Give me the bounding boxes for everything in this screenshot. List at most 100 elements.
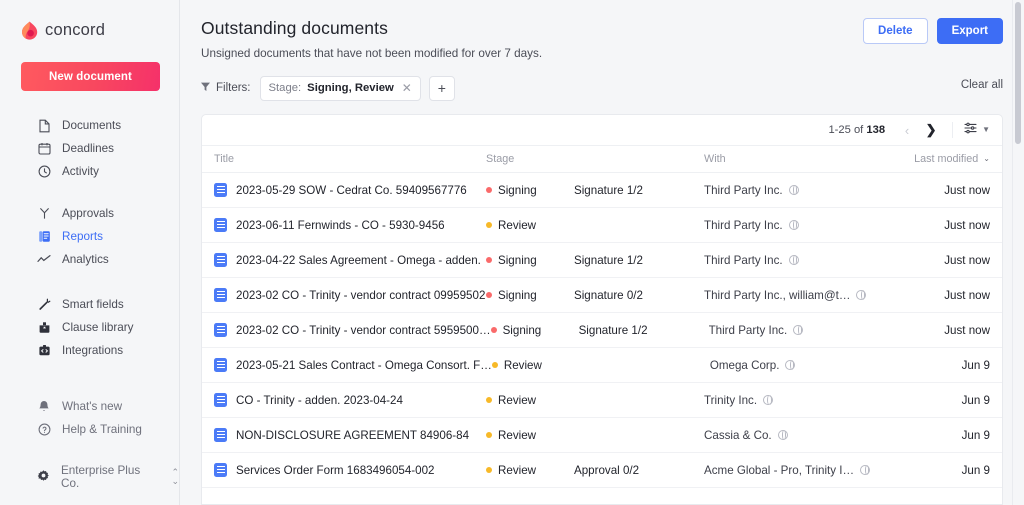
sidebar-item-whats-new[interactable]: What's new	[21, 395, 179, 418]
row-with: Trinity Inc.	[704, 394, 757, 407]
export-button[interactable]: Export	[937, 18, 1003, 44]
new-document-button[interactable]: New document	[21, 62, 160, 91]
row-title: 2023-02 CO - Trinity - vendor contract 5…	[236, 324, 491, 337]
clause-library-icon	[37, 321, 51, 335]
table-toolbar: 1-25 of 138 ‹ ❯ ▼	[202, 115, 1002, 146]
filter-chip-stage[interactable]: Stage: Signing, Review ✕	[260, 76, 421, 101]
table-row[interactable]: 2023-04-22 Sales Agreement - Omega - add…	[202, 243, 1002, 278]
status-dot	[486, 397, 492, 403]
globe-icon	[789, 185, 799, 195]
brand-name: concord	[45, 21, 105, 40]
document-icon	[214, 323, 227, 337]
page-scroll-gutter[interactable]	[1012, 0, 1024, 505]
row-last-modified: Just now	[878, 219, 990, 232]
sidebar-item-deadlines[interactable]: Deadlines	[21, 137, 179, 160]
column-header-last-modified[interactable]: Last modified ⌄	[878, 153, 990, 165]
funnel-icon	[201, 82, 210, 95]
row-stage: Review	[498, 394, 536, 407]
filters-label: Filters:	[216, 82, 251, 94]
row-title: CO - Trinity - adden. 2023-04-24	[236, 394, 403, 407]
row-stage: Signing	[498, 184, 537, 197]
concord-flame-logo-icon	[21, 21, 38, 40]
nav-group-analysis: Approvals Reports Analyt	[21, 202, 179, 271]
table-row[interactable]: CO - Trinity - adden. 2023-04-24 Review Tr…	[202, 383, 1002, 418]
integrations-icon	[37, 344, 51, 358]
row-with: Third Party Inc.	[704, 184, 783, 197]
column-header-stage[interactable]: Stage	[486, 153, 574, 165]
document-icon	[214, 218, 227, 232]
org-switcher[interactable]: Enterprise Plus Co. ⌃⌄	[21, 465, 179, 488]
table-header-row: Title Stage With Last modified ⌄	[202, 146, 1002, 173]
status-dot	[492, 362, 498, 368]
filters-label-group: Filters:	[201, 82, 251, 95]
brand-logo[interactable]: concord	[21, 21, 179, 40]
sidebar-label: Reports	[62, 230, 103, 243]
sidebar-label: Smart fields	[62, 298, 124, 311]
sidebar-item-help-training[interactable]: Help & Training	[21, 418, 179, 441]
row-progress: Signature 1/2	[574, 254, 704, 267]
document-icon	[214, 183, 227, 197]
document-icon	[214, 288, 227, 302]
table-row[interactable]: NON-DISCLOSURE AGREEMENT 84906-84ReviewC…	[202, 418, 1002, 453]
sidebar-item-clause-library[interactable]: Clause library	[21, 316, 179, 339]
table-body: 2023-05-29 SOW - Cedrat Co. 59409567776S…	[202, 173, 1002, 488]
page-subtitle: Unsigned documents that have not been mo…	[201, 47, 1004, 60]
table-row[interactable]: Services Order Form 1683496054-002Review…	[202, 453, 1002, 488]
row-stage: Review	[498, 429, 536, 442]
row-title: 2023-02 CO - Trinity - vendor contract 0…	[236, 289, 485, 302]
row-last-modified: Just now	[878, 324, 990, 337]
sidebar-label: Clause library	[62, 321, 133, 334]
row-with: Third Party Inc., william@t…	[704, 289, 850, 302]
sidebar-label: Documents	[62, 119, 121, 132]
sidebar-item-reports[interactable]: Reports	[21, 225, 179, 248]
document-icon	[214, 463, 227, 477]
row-stage: Signing	[503, 324, 542, 337]
documents-table-card: 1-25 of 138 ‹ ❯ ▼ Title Stage	[201, 114, 1003, 505]
column-header-label: Last modified	[914, 153, 978, 165]
clear-all-link[interactable]: Clear all	[961, 79, 1003, 91]
sidebar-label: What's new	[62, 400, 122, 413]
help-circle-icon	[37, 423, 51, 437]
row-last-modified: Just now	[878, 184, 990, 197]
nav-group-tools: Smart fields Clause library	[21, 293, 179, 362]
row-progress: Signature 1/2	[574, 184, 704, 197]
table-row[interactable]: 2023-05-29 SOW - Cedrat Co. 59409567776S…	[202, 173, 1002, 208]
row-with: Acme Global - Pro, Trinity I…	[704, 464, 854, 477]
sidebar-item-documents[interactable]: Documents	[21, 114, 179, 137]
column-header-title[interactable]: Title	[214, 153, 486, 165]
row-title: 2023-06-11 Fernwinds - CO - 5930-9456	[236, 219, 445, 232]
globe-icon	[763, 395, 773, 405]
status-dot	[486, 222, 492, 228]
vertical-scrollbar[interactable]	[1015, 2, 1021, 500]
sidebar-item-analytics[interactable]: Analytics	[21, 248, 179, 271]
status-dot	[486, 292, 492, 298]
pagination-count: 1-25 of 138	[828, 124, 885, 136]
column-header-with[interactable]: With	[704, 153, 878, 165]
table-row[interactable]: 2023-02 CO - Trinity - vendor contract 5…	[202, 313, 1002, 348]
document-icon	[214, 393, 227, 407]
toolbar-divider	[952, 122, 953, 138]
add-filter-button[interactable]: +	[429, 76, 455, 101]
chevron-left-icon[interactable]: ‹	[897, 120, 917, 140]
sidebar-item-smart-fields[interactable]: Smart fields	[21, 293, 179, 316]
column-settings-button[interactable]: ▼	[964, 121, 990, 139]
row-stage: Review	[498, 219, 536, 232]
table-row[interactable]: 2023-05-21 Sales Contract - Omega Consor…	[202, 348, 1002, 383]
sidebar-item-approvals[interactable]: Approvals	[21, 202, 179, 225]
sidebar-item-integrations[interactable]: Integrations	[21, 339, 179, 362]
globe-icon	[860, 465, 870, 475]
approvals-branch-icon	[37, 207, 51, 221]
chevron-right-icon[interactable]: ❯	[921, 120, 941, 140]
sidebar-spacer	[21, 441, 179, 465]
scrollbar-thumb[interactable]	[1015, 2, 1021, 144]
globe-icon	[793, 325, 803, 335]
delete-button[interactable]: Delete	[863, 18, 928, 44]
table-row[interactable]: 2023-06-11 Fernwinds - CO - 5930-9456 Rev…	[202, 208, 1002, 243]
chip-key: Stage:	[269, 82, 302, 94]
table-row[interactable]: 2023-02 CO - Trinity - vendor contract 0…	[202, 278, 1002, 313]
close-icon[interactable]: ✕	[402, 82, 412, 94]
globe-icon	[789, 255, 799, 265]
row-with: Omega Corp.	[710, 359, 780, 372]
globe-icon	[856, 290, 866, 300]
sidebar-item-activity[interactable]: Activity	[21, 160, 179, 183]
